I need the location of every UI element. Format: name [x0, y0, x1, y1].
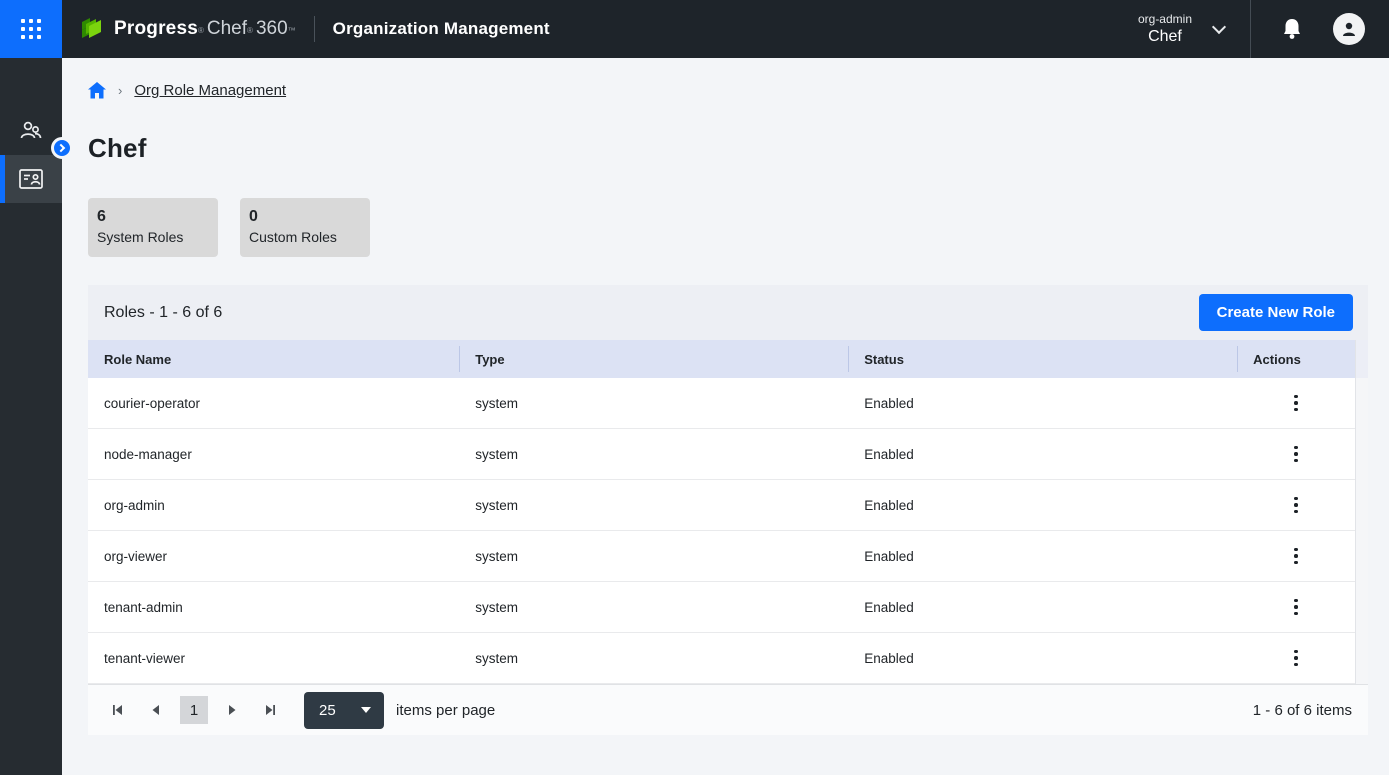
row-actions-menu-button[interactable]	[1288, 644, 1304, 673]
table-row: org-admin system Enabled	[88, 480, 1355, 531]
status-cell: Enabled	[848, 549, 1237, 564]
type-cell: system	[459, 396, 848, 411]
role-card-icon	[18, 168, 44, 190]
brand-tm-mark: ™	[288, 26, 296, 35]
next-page-button[interactable]	[218, 696, 246, 724]
status-cell: Enabled	[848, 651, 1237, 666]
row-actions-menu-button[interactable]	[1288, 440, 1304, 469]
table-scrollbar-track[interactable]	[1355, 340, 1368, 684]
type-cell: system	[459, 498, 848, 513]
breadcrumb: › Org Role Management	[88, 82, 1368, 99]
table-row: courier-operator system Enabled	[88, 378, 1355, 429]
custom-roles-count: 0	[249, 207, 361, 227]
brand-progress-text: Progress	[114, 18, 198, 40]
previous-page-icon	[150, 703, 162, 717]
pagination-bar: 1 25 items per page 1 - 6 of 6 items	[88, 684, 1368, 735]
user-avatar-button[interactable]	[1333, 13, 1365, 45]
column-header-type: Type	[459, 340, 848, 378]
type-cell: system	[459, 600, 848, 615]
breadcrumb-separator: ›	[118, 83, 122, 98]
dropdown-arrow-icon	[361, 707, 371, 713]
type-cell: system	[459, 549, 848, 564]
pagination-range-label: 1 - 6 of 6 items	[1253, 702, 1352, 719]
page-size-dropdown[interactable]: 25	[304, 692, 384, 729]
next-page-icon	[226, 703, 238, 717]
waffle-icon	[21, 19, 41, 39]
last-page-icon	[263, 703, 277, 717]
type-cell: system	[459, 651, 848, 666]
first-page-icon	[111, 703, 125, 717]
role-name-cell: tenant-admin	[88, 600, 459, 615]
system-roles-label: System Roles	[97, 227, 209, 247]
status-cell: Enabled	[848, 498, 1237, 513]
stat-card-custom-roles: 0 Custom Roles	[240, 198, 370, 257]
table-row: tenant-admin system Enabled	[88, 582, 1355, 633]
main-content: › Org Role Management Chef 6 System Role…	[62, 58, 1389, 775]
page-size-value: 25	[319, 702, 336, 719]
brand-chef-text: Chef	[207, 18, 247, 40]
current-page-button[interactable]: 1	[180, 696, 208, 724]
last-page-button[interactable]	[256, 696, 284, 724]
breadcrumb-link-org-role-management[interactable]: Org Role Management	[134, 82, 286, 99]
row-actions-menu-button[interactable]	[1288, 491, 1304, 520]
users-icon	[18, 119, 44, 143]
create-new-role-button[interactable]: Create New Role	[1199, 294, 1353, 331]
chevron-down-icon	[1212, 20, 1226, 34]
sidebar-expand-button[interactable]	[51, 137, 73, 159]
column-header-actions: Actions	[1237, 340, 1355, 378]
status-cell: Enabled	[848, 447, 1237, 462]
brand-reg-mark: ®	[198, 26, 204, 35]
row-actions-menu-button[interactable]	[1288, 542, 1304, 571]
role-name-cell: node-manager	[88, 447, 459, 462]
row-actions-menu-button[interactable]	[1288, 389, 1304, 418]
app-launcher-button[interactable]	[0, 0, 62, 58]
table-title: Roles - 1 - 6 of 6	[104, 304, 222, 322]
app-title: Organization Management	[333, 19, 550, 39]
table-scrollbar-thumb[interactable]	[1356, 340, 1368, 378]
top-header: Progress®Chef®360™ Organization Manageme…	[0, 0, 1389, 58]
system-roles-count: 6	[97, 207, 209, 227]
role-name-cell: org-admin	[88, 498, 459, 513]
user-org-label: Chef	[1148, 27, 1182, 47]
items-per-page-label: items per page	[396, 702, 495, 719]
previous-page-button[interactable]	[142, 696, 170, 724]
table-row: tenant-viewer system Enabled	[88, 633, 1355, 684]
first-page-button[interactable]	[104, 696, 132, 724]
type-cell: system	[459, 447, 848, 462]
roles-table: Role Name Type Status Actions courier-op…	[88, 340, 1355, 684]
sidebar-item-role-management[interactable]	[0, 155, 62, 203]
header-divider	[314, 16, 315, 42]
notifications-button[interactable]	[1281, 17, 1303, 41]
stat-cards: 6 System Roles 0 Custom Roles	[88, 198, 1368, 257]
roles-table-card: Roles - 1 - 6 of 6 Create New Role Role …	[88, 285, 1368, 735]
stat-card-system-roles: 6 System Roles	[88, 198, 218, 257]
column-header-role-name: Role Name	[88, 340, 459, 378]
brand-logo: Progress®Chef®360™	[80, 16, 296, 42]
role-name-cell: tenant-viewer	[88, 651, 459, 666]
user-role-label: org-admin	[1138, 11, 1192, 27]
progress-chevron-icon	[80, 16, 106, 42]
custom-roles-label: Custom Roles	[249, 227, 361, 247]
left-sidebar	[0, 58, 62, 775]
row-actions-menu-button[interactable]	[1288, 593, 1304, 622]
table-row: node-manager system Enabled	[88, 429, 1355, 480]
person-icon	[1340, 20, 1358, 38]
bell-icon	[1281, 17, 1303, 41]
role-name-cell: org-viewer	[88, 549, 459, 564]
brand-reg-mark2: ®	[247, 26, 253, 35]
page-title: Chef	[88, 133, 1368, 164]
brand-360-text: 360	[256, 18, 288, 40]
org-switcher-menu[interactable]: org-admin Chef	[1138, 11, 1224, 47]
table-row: org-viewer system Enabled	[88, 531, 1355, 582]
status-cell: Enabled	[848, 600, 1237, 615]
table-toolbar: Roles - 1 - 6 of 6 Create New Role	[88, 285, 1368, 340]
home-icon[interactable]	[88, 82, 106, 99]
role-name-cell: courier-operator	[88, 396, 459, 411]
table-header-row: Role Name Type Status Actions	[88, 340, 1355, 378]
status-cell: Enabled	[848, 396, 1237, 411]
column-header-status: Status	[848, 340, 1237, 378]
